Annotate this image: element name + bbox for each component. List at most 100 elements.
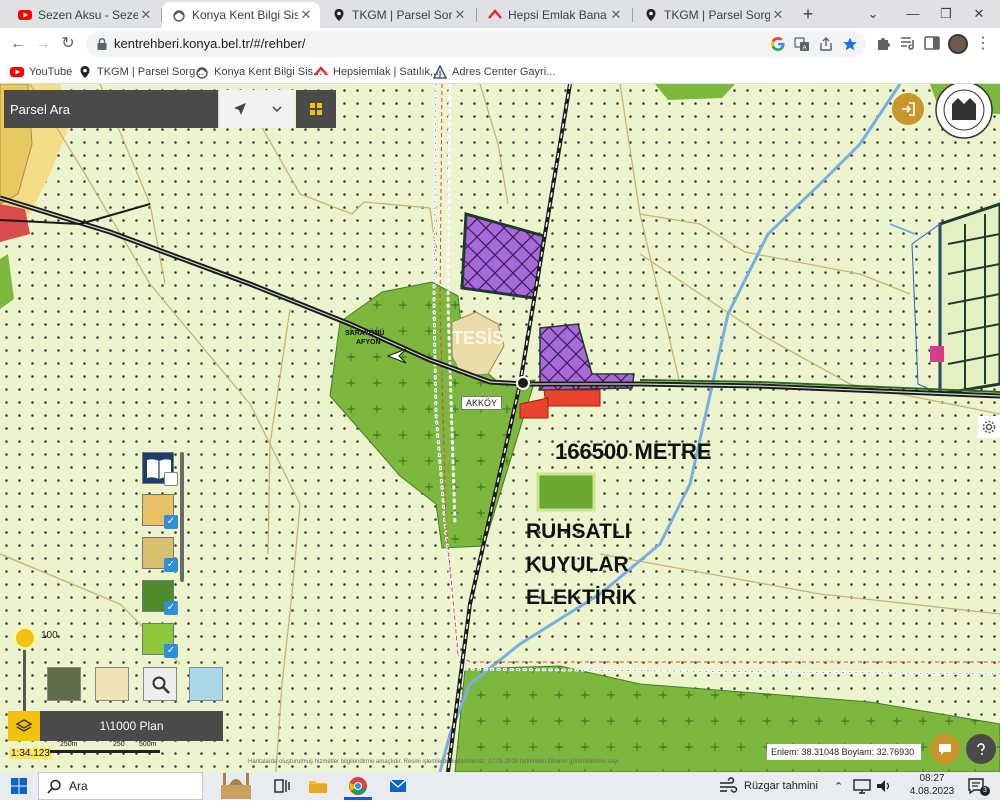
bookmark-youtube[interactable]: YouTube (10, 64, 72, 80)
taskbar-search[interactable]: Ara (38, 772, 251, 800)
avatar[interactable] (948, 34, 968, 54)
layer-zoning-checkbox[interactable]: ✓ (164, 644, 178, 658)
login-button[interactable] (892, 93, 924, 125)
layers-button[interactable] (8, 711, 40, 741)
volume-icon[interactable] (874, 776, 894, 796)
help-icon (977, 743, 985, 755)
parcel-search (4, 90, 218, 128)
bookmark-hepsiemlak[interactable]: Hepsiemlak | Satılık,... (314, 64, 442, 80)
map-pin-icon (334, 9, 344, 21)
adres-center-icon (433, 65, 447, 79)
map-settings-button[interactable] (978, 416, 1000, 438)
help-button[interactable] (966, 734, 996, 764)
map-view[interactable]: 166500 METRE RUHSATLI KUYULAR ELEKTİRİK … (0, 84, 1000, 772)
red-zone (543, 389, 601, 407)
layer-cadastre-checkbox[interactable]: ✓ (164, 558, 178, 572)
tab-tkgm-1[interactable]: TKGM | Parsel Sorgu Uyg ✕ (322, 2, 474, 28)
scale-mark-3: 500m (139, 741, 157, 748)
address-bar[interactable]: kentrehberi.konya.bel.tr/#/rehber/ A (86, 31, 866, 57)
windows-start-icon[interactable] (9, 776, 29, 796)
share-icon[interactable] (818, 36, 834, 52)
taskbar: Ara Rüzgar tahmini ⌃ 08:27 4.08.2023 3 (0, 772, 1000, 800)
tab-hepsiemlak[interactable]: Hepsi Emlak Bana Özel ✕ (478, 2, 630, 28)
layers-icon (16, 719, 32, 732)
basemap-selector[interactable]: 1\1000 Plan (8, 711, 223, 741)
tab-bar: Sezen Aksu - Sezen A ✕ Konya Kent Bilgi … (0, 0, 1000, 28)
feedback-button[interactable] (930, 734, 960, 764)
bookmark-konya[interactable]: Konya Kent Bilgi Sis... (195, 64, 322, 80)
bookmark-star-icon[interactable] (842, 36, 858, 52)
menu-kebab-icon[interactable]: ⋮ (973, 34, 993, 54)
tray-chevron-icon[interactable]: ⌃ (834, 780, 843, 793)
network-icon[interactable] (852, 776, 872, 796)
tab-konya-kent[interactable]: Konya Kent Bilgi Sistemi ✕ (162, 2, 320, 28)
scale-ratio: 1:34.123 (9, 748, 52, 759)
lon-value: 32.76930 (876, 747, 915, 757)
layer-landuse-checkbox[interactable]: ✓ (164, 601, 178, 615)
google-icon[interactable] (770, 36, 786, 52)
basemap-satellite[interactable] (47, 667, 81, 701)
tab-tkgm-2[interactable]: TKGM | Parsel Sorgu Uyg ✕ (634, 2, 792, 28)
tab-search-chevron-icon[interactable]: ⌄ (862, 4, 884, 24)
village-label: AKKÖY (461, 396, 503, 410)
layer-plan-checkbox[interactable]: ✓ (164, 515, 178, 529)
back-button[interactable]: ← (8, 34, 28, 54)
youtube-icon (18, 10, 32, 20)
url-text: kentrehberi.konya.bel.tr/#/rehber/ (114, 36, 306, 51)
clock-time[interactable]: 08:27 (914, 773, 950, 784)
close-icon[interactable]: ✕ (138, 7, 154, 23)
new-tab-button[interactable]: + (798, 4, 818, 24)
opacity-slider-knob[interactable] (13, 626, 37, 650)
close-icon[interactable]: ✕ (770, 7, 786, 23)
bookmark-adres-center[interactable]: Adres Center Gayri... (433, 64, 555, 80)
chrome-icon[interactable] (348, 776, 368, 796)
task-view-icon[interactable] (272, 776, 292, 796)
hepsiemlak-icon (488, 9, 502, 19)
layer-book-checkbox[interactable] (164, 472, 178, 486)
area-label: 166500 METRE (555, 439, 712, 464)
locate-arrow-icon[interactable] (233, 102, 247, 116)
municipality-logo (935, 84, 993, 139)
clock-date[interactable]: 4.08.2023 (908, 786, 956, 797)
hepsiemlak-icon (314, 66, 328, 76)
mosque-illustration-icon (221, 773, 251, 799)
basemap-street[interactable] (95, 667, 129, 701)
side-panel-icon[interactable] (923, 34, 941, 52)
weather-text[interactable]: Rüzgar tahmini (744, 780, 818, 792)
grid-menu-button[interactable] (296, 90, 336, 128)
tab-title: TKGM | Parsel Sorgu Uyg (664, 8, 770, 22)
scale-bar (50, 750, 160, 753)
tab-separator (476, 8, 477, 22)
konya-logo-icon (173, 10, 185, 22)
basemap-topo[interactable] (189, 667, 223, 701)
translate-icon[interactable]: A (794, 36, 810, 52)
restore-button[interactable]: ❐ (935, 4, 957, 24)
taskbar-search-placeholder: Ara (69, 779, 88, 793)
tab-title: Konya Kent Bilgi Sistemi (192, 8, 298, 22)
basemap-search[interactable] (143, 667, 177, 701)
mail-icon[interactable] (388, 776, 408, 796)
close-icon[interactable]: ✕ (452, 7, 468, 23)
close-icon[interactable]: ✕ (608, 7, 624, 23)
bookmark-tkgm[interactable]: TKGM | Parsel Sorg... (78, 64, 204, 80)
notification-badge: 3 (980, 786, 990, 796)
close-icon[interactable]: ✕ (298, 7, 314, 23)
scale-mark-1: 250m (60, 741, 78, 748)
reload-button[interactable]: ↻ (58, 34, 78, 54)
extensions-icon[interactable] (874, 34, 892, 52)
search-icon (47, 779, 61, 794)
tab-title: Hepsi Emlak Bana Özel (508, 8, 608, 22)
forward-button[interactable]: → (33, 34, 53, 54)
chevron-down-icon[interactable] (271, 103, 283, 115)
layer-list-scrollbar[interactable] (180, 452, 184, 582)
parcel-search-input[interactable] (10, 96, 210, 122)
search-tools (218, 90, 294, 128)
close-window-button[interactable]: ✕ (968, 4, 990, 24)
minimize-button[interactable]: — (902, 4, 924, 24)
interchange-icon (516, 376, 530, 390)
media-playlist-icon[interactable] (899, 34, 917, 52)
annotation-line-1: RUHSATLI (526, 520, 631, 543)
tab-sezen-aksu[interactable]: Sezen Aksu - Sezen A ✕ (8, 2, 160, 28)
tab-title: TKGM | Parsel Sorgu Uyg (352, 8, 452, 22)
file-explorer-icon[interactable] (308, 776, 328, 796)
